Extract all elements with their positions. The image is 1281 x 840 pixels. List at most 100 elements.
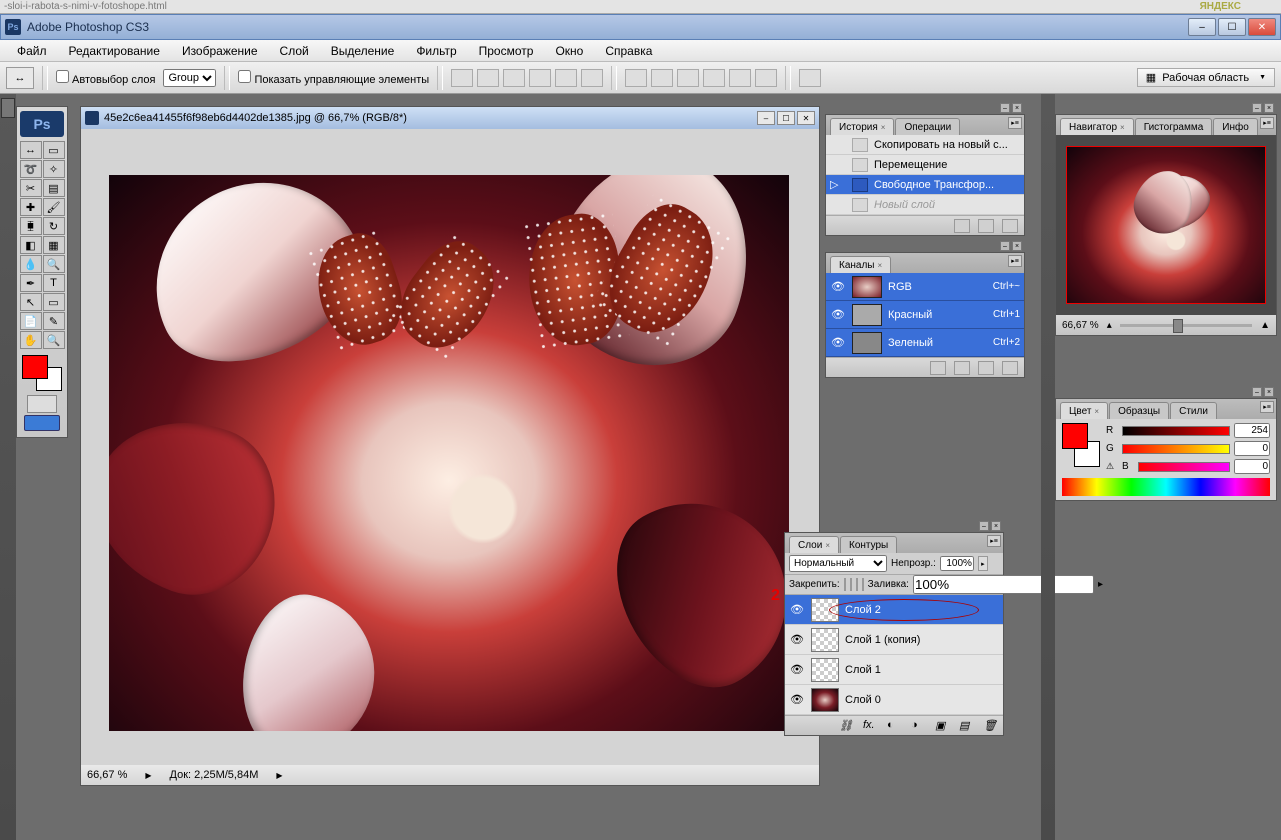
menu-image[interactable]: Изображение — [173, 41, 267, 61]
link-icon[interactable]: ⛓ — [839, 719, 853, 733]
blend-mode[interactable]: Нормальный — [789, 555, 887, 572]
panel-collapse[interactable]: – — [1252, 103, 1262, 113]
distribute-icon[interactable] — [729, 69, 751, 87]
menu-window[interactable]: Окно — [546, 41, 592, 61]
menu-file[interactable]: Файл — [8, 41, 56, 61]
gamut-warning-icon[interactable] — [1106, 461, 1118, 472]
auto-align-icon[interactable] — [799, 69, 821, 87]
layer-row-selected[interactable]: 👁Слой 2 — [785, 595, 1003, 625]
document-titlebar[interactable]: 45e2c6ea41455f6f98eb6d4402de1385.jpg @ 6… — [81, 107, 819, 129]
panel-menu-icon[interactable]: ▸≡ — [1008, 255, 1022, 267]
eraser-tool[interactable]: ◧ — [20, 236, 42, 254]
fx-icon[interactable]: fx. — [863, 719, 877, 733]
load-sel-icon[interactable] — [930, 361, 946, 375]
auto-select-check[interactable]: Автовыбор слоя — [56, 70, 155, 86]
panel-close[interactable]: × — [1264, 387, 1274, 397]
channel-green[interactable]: 👁ЗеленыйCtrl+2 — [826, 329, 1024, 357]
align-icon[interactable] — [503, 69, 525, 87]
panel-collapse[interactable]: – — [979, 521, 989, 531]
right-dock-edge[interactable] — [1041, 94, 1055, 840]
quickmask-toggle[interactable] — [27, 395, 57, 413]
adjustment-icon[interactable]: ◑ — [911, 719, 925, 733]
lock-paint-icon[interactable] — [850, 578, 852, 591]
lasso-tool[interactable]: ➰ — [20, 160, 42, 178]
tab-paths[interactable]: Контуры — [840, 536, 897, 553]
distribute-icon[interactable] — [677, 69, 699, 87]
move-tool[interactable]: ↔ — [20, 141, 42, 159]
trash-icon[interactable] — [1002, 361, 1018, 375]
zoom-field[interactable]: 66,67 % — [87, 769, 127, 781]
mask-icon[interactable]: ◐ — [887, 719, 901, 733]
tab-histogram[interactable]: Гистограмма — [1135, 118, 1213, 135]
marquee-tool[interactable]: ▭ — [43, 141, 65, 159]
stamp-tool[interactable]: ⧯ — [20, 217, 42, 235]
trash-icon[interactable]: 🗑 — [983, 719, 997, 733]
align-icon[interactable] — [477, 69, 499, 87]
menu-edit[interactable]: Редактирование — [60, 41, 169, 61]
tab-swatches[interactable]: Образцы — [1109, 402, 1169, 419]
panel-close[interactable]: × — [1264, 103, 1274, 113]
menu-view[interactable]: Просмотр — [470, 41, 543, 61]
lock-all-icon[interactable] — [862, 578, 864, 591]
path-tool[interactable]: ↖ — [20, 293, 42, 311]
doc-maximize[interactable]: ☐ — [777, 111, 795, 125]
heal-tool[interactable]: ✚ — [20, 198, 42, 216]
distribute-icon[interactable] — [755, 69, 777, 87]
menu-select[interactable]: Выделение — [322, 41, 404, 61]
channel-red[interactable]: 👁КрасныйCtrl+1 — [826, 301, 1024, 329]
slice-tool[interactable]: ▤ — [43, 179, 65, 197]
panel-collapse[interactable]: – — [1252, 387, 1262, 397]
history-step-future[interactable]: Новый слой — [826, 195, 1024, 215]
layer-row[interactable]: 👁Слой 1 — [785, 655, 1003, 685]
new-doc-icon[interactable] — [978, 219, 994, 233]
history-step-selected[interactable]: ▷Свободное Трансфор... — [826, 175, 1024, 195]
notes-tool[interactable]: 📄 — [20, 312, 42, 330]
zoom-menu[interactable] — [145, 769, 151, 781]
panel-menu-icon[interactable]: ▸≡ — [1008, 117, 1022, 129]
color-swatches[interactable] — [22, 355, 62, 391]
window-close[interactable]: ✕ — [1248, 18, 1276, 36]
channel-rgb[interactable]: 👁RGBCtrl+~ — [826, 273, 1024, 301]
distribute-icon[interactable] — [625, 69, 647, 87]
lock-move-icon[interactable] — [856, 578, 858, 591]
move-tool-icon[interactable]: ↔ — [6, 67, 34, 89]
align-icon[interactable] — [529, 69, 551, 87]
align-icon[interactable] — [581, 69, 603, 87]
g-value[interactable] — [1234, 441, 1270, 456]
wand-tool[interactable]: ✧ — [43, 160, 65, 178]
panel-collapse[interactable]: – — [1000, 103, 1010, 113]
align-icon[interactable] — [451, 69, 473, 87]
menu-help[interactable]: Справка — [596, 41, 661, 61]
crop-tool[interactable]: ✂ — [20, 179, 42, 197]
trash-icon[interactable] — [1002, 219, 1018, 233]
gradient-tool[interactable]: ▦ — [43, 236, 65, 254]
zoom-slider[interactable] — [1120, 324, 1252, 327]
eyedropper-tool[interactable]: ✎ — [43, 312, 65, 330]
tab-color[interactable]: Цвет× — [1060, 402, 1108, 419]
new-layer-icon[interactable]: ▤ — [959, 719, 973, 733]
b-value[interactable] — [1234, 459, 1270, 474]
distribute-icon[interactable] — [703, 69, 725, 87]
nav-zoom[interactable]: 66,67 % — [1062, 320, 1099, 331]
panel-close[interactable]: × — [1012, 103, 1022, 113]
tab-history[interactable]: История× — [830, 118, 894, 135]
tab-channels[interactable]: Каналы× — [830, 256, 891, 273]
pen-tool[interactable]: ✒ — [20, 274, 42, 292]
zoom-in-icon[interactable]: ▲ — [1260, 320, 1270, 331]
doc-minimize[interactable]: – — [757, 111, 775, 125]
menu-filter[interactable]: Фильтр — [407, 41, 465, 61]
align-icon[interactable] — [555, 69, 577, 87]
window-minimize[interactable]: – — [1188, 18, 1216, 36]
document-canvas[interactable] — [109, 175, 789, 731]
group-icon[interactable]: ▣ — [935, 719, 949, 733]
tab-actions[interactable]: Операции — [895, 118, 960, 135]
tab-info[interactable]: Инфо — [1213, 118, 1258, 135]
tab-navigator[interactable]: Навигатор× — [1060, 118, 1134, 135]
color-swatches[interactable] — [1062, 423, 1100, 467]
shape-tool[interactable]: ▭ — [43, 293, 65, 311]
tab-styles[interactable]: Стили — [1170, 402, 1217, 419]
left-dock-edge[interactable] — [0, 94, 16, 840]
screenmode-toggle[interactable] — [24, 415, 60, 431]
brush-tool[interactable]: 🖌 — [43, 198, 65, 216]
lock-transparent-icon[interactable] — [844, 578, 846, 591]
